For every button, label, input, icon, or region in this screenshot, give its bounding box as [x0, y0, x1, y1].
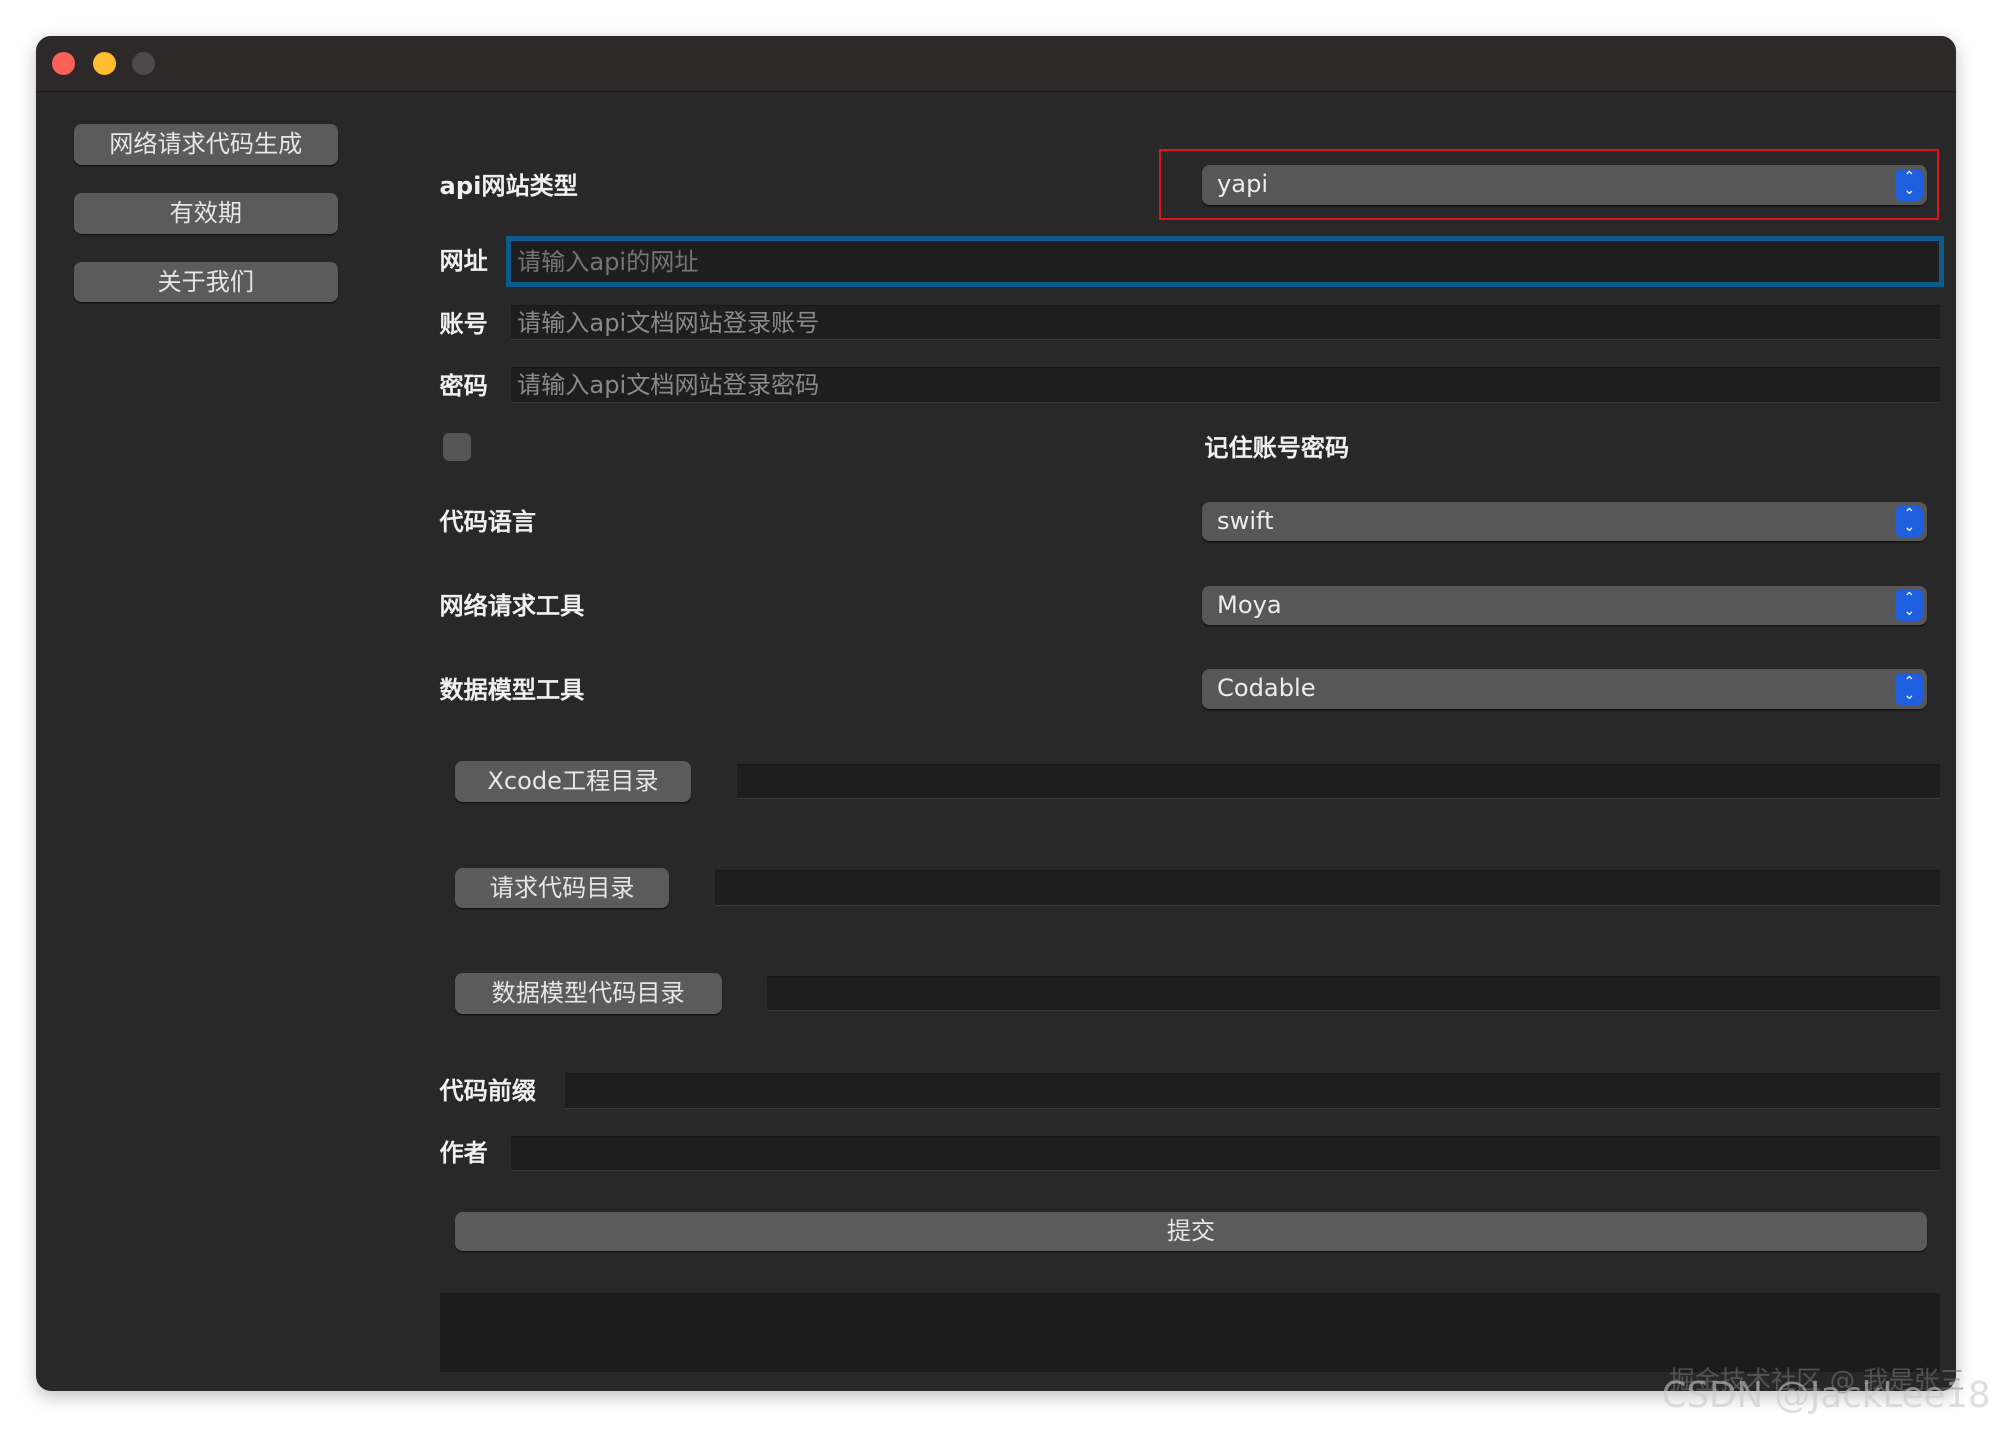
network-tool-value: Moya [1217, 591, 1282, 619]
password-label: 密码 [440, 371, 488, 401]
account-input[interactable]: 请输入api文档网站登录账号 [511, 305, 1940, 341]
watermark-csdn: CSDN @JackLee18 [1662, 1375, 1991, 1416]
model-dir-field[interactable] [767, 976, 1940, 1012]
model-dir-button[interactable]: 数据模型代码目录 [455, 973, 722, 1014]
password-input[interactable]: 请输入api文档网站登录密码 [511, 367, 1940, 403]
zoom-window-button[interactable] [132, 52, 155, 75]
api-type-select[interactable]: yapi ⌃⌄ [1202, 165, 1927, 204]
language-value: swift [1217, 507, 1274, 535]
xcode-dir-button[interactable]: Xcode工程目录 [455, 761, 691, 802]
close-window-button[interactable] [52, 52, 75, 75]
api-type-label: api网站类型 [440, 171, 578, 201]
xcode-dir-field[interactable] [737, 764, 1940, 800]
submit-button[interactable]: 提交 [455, 1212, 1927, 1251]
prefix-input[interactable] [565, 1073, 1940, 1109]
request-dir-field[interactable] [715, 870, 1940, 906]
url-input[interactable] [506, 236, 1944, 287]
model-tool-value: Codable [1217, 674, 1316, 702]
api-type-value: yapi [1217, 170, 1268, 198]
network-tool-select[interactable]: Moya ⌃⌄ [1202, 586, 1927, 625]
minimize-window-button[interactable] [93, 52, 116, 75]
network-tool-label: 网络请求工具 [440, 591, 585, 621]
title-bar [36, 36, 1957, 93]
account-label: 账号 [440, 309, 488, 339]
sidebar-item-validity[interactable]: 有效期 [74, 193, 338, 234]
url-label: 网址 [440, 246, 488, 276]
chevron-up-down-icon: ⌃⌄ [1895, 169, 1923, 201]
chevron-up-down-icon: ⌃⌄ [1895, 589, 1923, 621]
remember-label: 记住账号密码 [1204, 433, 1349, 463]
author-input[interactable] [511, 1136, 1940, 1172]
remember-checkbox[interactable] [443, 433, 471, 461]
author-label: 作者 [440, 1138, 488, 1168]
sidebar-item-code-generation[interactable]: 网络请求代码生成 [74, 124, 338, 165]
app-window: 网络请求代码生成 有效期 关于我们 api网站类型 yapi ⌃⌄ 网址 账号 请… [36, 36, 1957, 1392]
sidebar-item-about[interactable]: 关于我们 [74, 262, 338, 303]
language-select[interactable]: swift ⌃⌄ [1202, 502, 1927, 541]
language-label: 代码语言 [440, 507, 537, 537]
chevron-up-down-icon: ⌃⌄ [1895, 506, 1923, 538]
prefix-label: 代码前缀 [440, 1076, 537, 1106]
chevron-up-down-icon: ⌃⌄ [1895, 673, 1923, 705]
model-tool-select[interactable]: Codable ⌃⌄ [1202, 669, 1927, 708]
request-dir-button[interactable]: 请求代码目录 [455, 868, 670, 909]
model-tool-label: 数据模型工具 [440, 675, 585, 705]
